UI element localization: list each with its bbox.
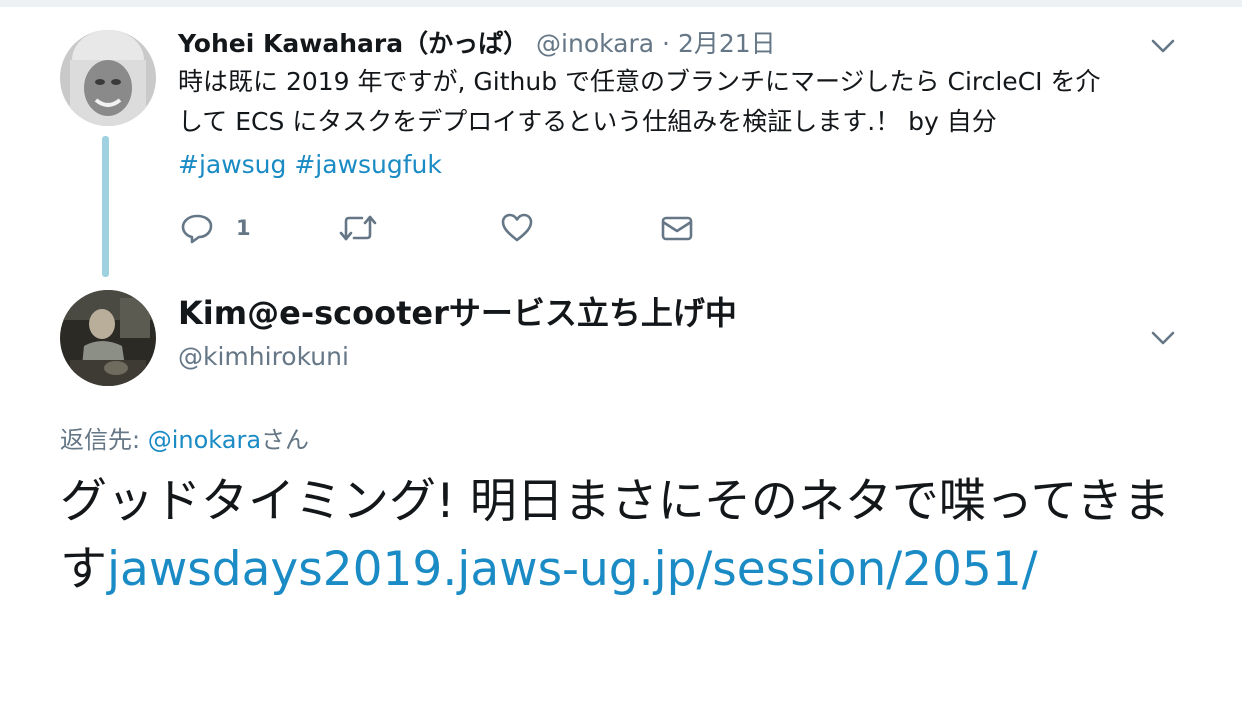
parent-handle[interactable]: @inokara [536, 29, 654, 58]
thread-connector-line [102, 136, 109, 277]
avatar-yohei[interactable] [60, 30, 156, 126]
parent-tweet-header: Yohei Kawahara（かっぱ） @inokara · 2月21日 [178, 28, 776, 60]
reply-count: 1 [236, 216, 251, 240]
chevron-down-icon[interactable] [1150, 330, 1176, 346]
replying-to: 返信先: @inokaraさん [60, 424, 309, 456]
avatar-kim[interactable] [60, 290, 156, 386]
reply-handle[interactable]: @kimhirokuni [178, 340, 349, 374]
parent-tweet-text-line2: して ECS にタスクをデプロイするという仕組みを検証します.！ by 自分 [178, 107, 997, 136]
heart-icon [501, 213, 533, 242]
like-button[interactable] [500, 208, 534, 248]
date-separator: · [662, 29, 670, 58]
top-divider [0, 0, 1242, 7]
chevron-down-icon[interactable] [1150, 38, 1176, 54]
replying-to-suffix: さん [261, 426, 310, 454]
retweet-icon [339, 215, 377, 241]
retweet-button[interactable] [338, 208, 378, 248]
parent-tweet-text-line1: 時は既に 2019 年ですが, Github で任意のブランチにマージしたら C… [178, 67, 1101, 96]
reply-button[interactable]: 1 [180, 208, 251, 248]
direct-message-button[interactable] [660, 208, 694, 248]
envelope-icon [661, 216, 693, 241]
session-link[interactable]: jawsdays2019.jaws-ug.jp/session/2051/ [107, 542, 1038, 597]
reply-tweet-text: グッドタイミング! 明日まさにそのネタで喋ってきますjawsdays2019.j… [60, 468, 1200, 604]
parent-tweet-date[interactable]: 2月21日 [678, 29, 776, 58]
hashtag-jawsugfuk[interactable]: #jawsugfuk [294, 150, 442, 179]
parent-tweet-text: 時は既に 2019 年ですが, Github で任意のブランチにマージしたら C… [178, 62, 1188, 142]
parent-hashtags: #jawsug #jawsugfuk [178, 145, 442, 185]
replying-to-label: 返信先: [60, 426, 148, 454]
reply-display-name[interactable]: Kim@e-scooterサービス立ち上げ中 [178, 292, 737, 334]
reply-icon [181, 214, 213, 244]
replying-to-mention[interactable]: @inokara [148, 426, 261, 454]
parent-display-name[interactable]: Yohei Kawahara（かっぱ） [178, 29, 528, 58]
hashtag-jawsug[interactable]: #jawsug [178, 150, 286, 179]
